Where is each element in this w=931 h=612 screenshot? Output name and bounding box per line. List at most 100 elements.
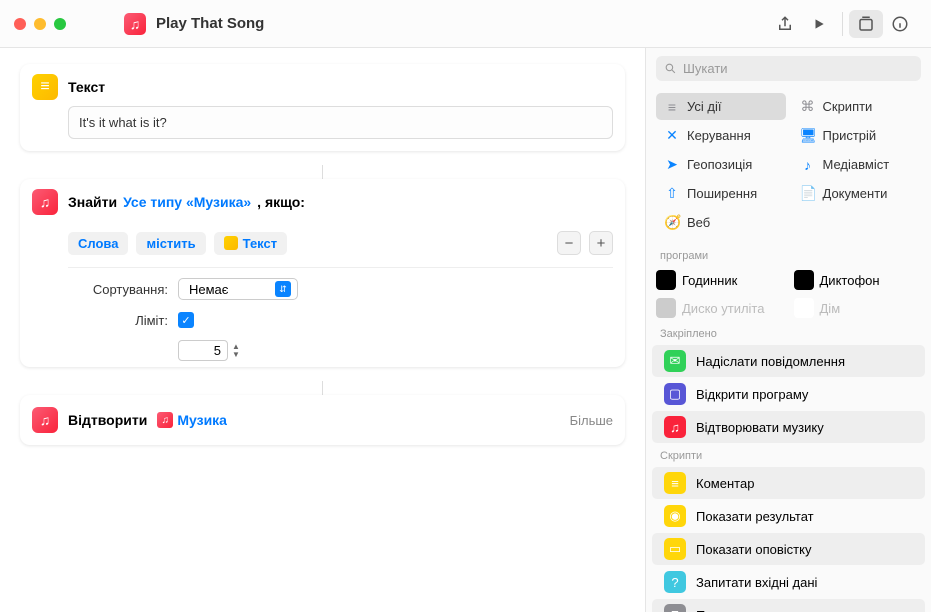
actions-sidebar: Шукати ≡Усі дії ⌘ Скрипти ✕ Керування 🖥 Пристр… — [645, 48, 931, 612]
find-action-card[interactable]: ♫ Знайти Усе типу «Музика» , якщо: Слова… — [20, 179, 625, 367]
action-item[interactable]: ♫ Відтворювати музику — [652, 411, 925, 443]
category-label: Веб — [687, 215, 710, 230]
action-item[interactable]: ≡ Коментар — [652, 467, 925, 499]
category-icon: 🖥 — [800, 127, 816, 144]
category-label: Геопозиція — [687, 157, 752, 172]
action-icon: ? — [664, 571, 686, 593]
action-label: Запитати вхідні дані — [696, 575, 817, 590]
action-icon: Σ — [664, 604, 686, 612]
filter-op[interactable]: містить — [136, 232, 205, 255]
find-label: Знайти — [68, 194, 117, 210]
action-item[interactable]: ◉Показати результат — [652, 500, 925, 532]
limit-label: Ліміт: — [68, 313, 168, 328]
category-icon: ⌘ — [800, 98, 816, 115]
app-icon — [794, 270, 814, 290]
action-label: Порахувати — [696, 608, 767, 612]
action-item[interactable]: ✉ Надіслати повідомлення — [652, 345, 925, 377]
action-label: Надіслати повідомлення — [696, 354, 845, 369]
action-label: Показати оповістку — [696, 542, 811, 557]
category-label: Пристрій — [823, 128, 877, 143]
category-item[interactable]: 🖥 Пристрій — [792, 122, 922, 149]
maximize-button[interactable] — [54, 18, 66, 30]
stepper-buttons[interactable]: ▲▼ — [232, 343, 240, 359]
action-label: Відтворювати музику — [696, 420, 824, 435]
category-item[interactable]: ≡Усі дії — [656, 93, 786, 120]
play-label: Відтворити — [68, 412, 147, 428]
more-button[interactable]: Більше — [570, 413, 613, 428]
app-icon — [794, 298, 814, 318]
action-icon: ▢ — [664, 383, 686, 405]
action-icon: ▭ — [664, 538, 686, 560]
connector — [20, 165, 625, 179]
minimize-button[interactable] — [34, 18, 46, 30]
sort-label: Сортування: — [68, 282, 168, 297]
action-icon: ✉ — [664, 350, 686, 372]
music-variable[interactable]: Музика — [157, 412, 227, 428]
remove-filter-button[interactable]: − — [557, 231, 581, 255]
filter-variable[interactable]: Текст — [214, 232, 287, 255]
action-icon: ◉ — [664, 505, 686, 527]
program-label: Годинник — [682, 273, 737, 288]
program-item[interactable]: Диктофон — [794, 270, 922, 290]
play-action-card[interactable]: ♫ Відтворити Музика Більше — [20, 395, 625, 445]
close-button[interactable] — [14, 18, 26, 30]
limit-input[interactable] — [178, 340, 228, 361]
search-input[interactable]: Шукати — [656, 56, 921, 81]
shortcut-title: Play That Song — [156, 15, 264, 32]
text-action-label: Текст — [68, 79, 105, 95]
share-button[interactable] — [768, 10, 802, 38]
category-icon: 🧭 — [664, 214, 680, 231]
category-label: Керування — [687, 128, 751, 143]
action-item[interactable]: ▢ Відкрити програму — [652, 378, 925, 410]
action-icon: ≡ — [664, 472, 686, 494]
text-action-card[interactable]: ≡ Текст — [20, 64, 625, 151]
program-item[interactable]: Диско утиліта — [656, 298, 784, 318]
action-item[interactable]: ? Запитати вхідні дані — [652, 566, 925, 598]
info-button[interactable] — [883, 10, 917, 38]
program-label: Дім — [820, 301, 841, 316]
music-icon: ♫ — [32, 189, 58, 215]
action-label: Коментар — [696, 476, 754, 491]
program-label: Диктофон — [820, 273, 880, 288]
chevron-updown-icon: ⇵ — [275, 281, 291, 297]
category-item[interactable]: ⌘ Скрипти — [792, 93, 922, 120]
category-item[interactable]: ⇧ Поширення — [656, 180, 786, 207]
action-icon: ♫ — [664, 416, 686, 438]
action-label: Відкрити програму — [696, 387, 808, 402]
category-item[interactable]: ✕ Керування — [656, 122, 786, 149]
connector — [20, 381, 625, 395]
app-icon — [656, 270, 676, 290]
filter-field[interactable]: Слова — [68, 232, 128, 255]
category-icon: ⇧ — [664, 185, 680, 202]
text-icon: ≡ — [32, 74, 58, 100]
section-scripts: Скрипти — [646, 444, 931, 466]
music-icon: ♫ — [32, 407, 58, 433]
category-item[interactable]: ♪Медіавміст — [792, 151, 922, 178]
category-label: Поширення — [687, 186, 757, 201]
find-scope-token[interactable]: Усе типу «Музика» — [123, 194, 251, 210]
category-item[interactable]: 🧭 Веб — [656, 209, 786, 236]
category-icon: ➤ — [664, 156, 680, 173]
category-label: Медіавміст — [823, 157, 890, 172]
add-filter-button[interactable]: + — [589, 231, 613, 255]
limit-checkbox[interactable]: ✓ — [178, 312, 194, 328]
app-icon — [656, 298, 676, 318]
category-item[interactable]: ➤ Геопозиція — [656, 151, 786, 178]
program-item[interactable]: Дім — [794, 298, 922, 318]
if-label: , якщо: — [257, 194, 305, 210]
window-controls — [14, 18, 66, 30]
action-item[interactable]: Σ Порахувати — [652, 599, 925, 612]
category-label: Документи — [823, 186, 888, 201]
text-input[interactable] — [68, 106, 613, 139]
program-label: Диско утиліта — [682, 301, 764, 316]
music-app-icon: ♫ — [124, 13, 146, 35]
library-button[interactable] — [849, 10, 883, 38]
category-item[interactable]: 📄 Документи — [792, 180, 922, 207]
category-label: Скрипти — [823, 99, 873, 114]
category-icon: ✕ — [664, 127, 680, 144]
sort-select[interactable]: Немає ⇵ — [178, 278, 298, 300]
play-button[interactable] — [802, 10, 836, 38]
program-item[interactable]: Годинник — [656, 270, 784, 290]
category-icon: 📄 — [800, 185, 816, 202]
action-item[interactable]: ▭ Показати оповістку — [652, 533, 925, 565]
